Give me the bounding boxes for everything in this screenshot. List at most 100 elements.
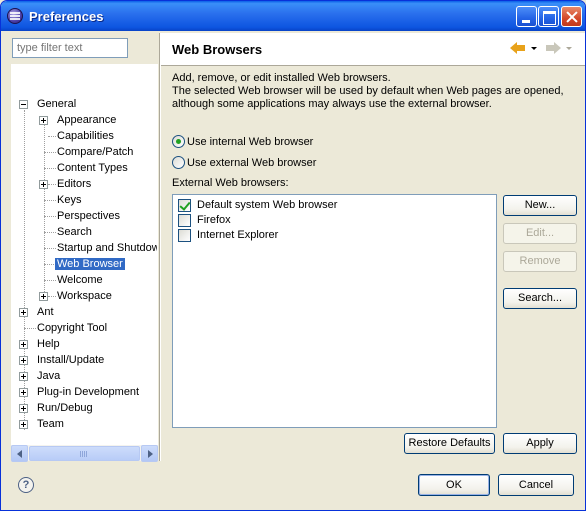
expand-icon[interactable] — [19, 420, 28, 429]
tree-item-search[interactable]: Search — [55, 225, 94, 241]
tree-item-keys[interactable]: Keys — [55, 193, 83, 209]
tree-item-ant[interactable]: Ant — [19, 305, 56, 321]
tree-item-workspace[interactable]: Workspace — [39, 289, 114, 305]
preference-tree: General Appearance Capabilities Compare/… — [11, 64, 158, 461]
collapse-icon[interactable] — [19, 100, 28, 109]
expand-icon[interactable] — [19, 308, 28, 317]
tree-item-label: Workspace — [57, 290, 112, 302]
tree-item-general[interactable]: General — [19, 97, 78, 113]
tree-item-capabilities[interactable]: Capabilities — [55, 129, 116, 145]
scroll-left-button[interactable] — [11, 445, 28, 462]
expand-icon[interactable] — [39, 116, 48, 125]
expand-icon[interactable] — [39, 292, 48, 301]
list-item-label: Internet Explorer — [197, 229, 279, 241]
page-description: Add, remove, or edit installed Web brows… — [172, 72, 577, 111]
tree-item-startup-shutdown[interactable]: Startup and Shutdow — [55, 241, 158, 257]
external-browsers-label: External Web browsers: — [172, 177, 289, 189]
radio-button-selected[interactable] — [172, 135, 185, 148]
tree-item-perspectives[interactable]: Perspectives — [55, 209, 122, 225]
edit-button[interactable]: Edit... — [503, 223, 577, 244]
page-header: Web Browsers — [161, 33, 585, 66]
description-line: The selected Web browser will be used by… — [172, 85, 564, 97]
tree-item-label: Copyright Tool — [37, 322, 108, 334]
preferences-window: Preferences General — [0, 0, 586, 511]
description-line: although some applications may always us… — [172, 98, 492, 110]
tree-item-plugin-development[interactable]: Plug-in Development — [19, 385, 141, 401]
list-item-label: Default system Web browser — [197, 199, 338, 211]
tree-item-content-types[interactable]: Content Types — [55, 161, 130, 177]
tree-item-label: Plug-in Development — [37, 386, 140, 398]
tree-item-appearance[interactable]: Appearance — [39, 113, 118, 129]
tree-item-label: Appearance — [57, 114, 117, 126]
expand-icon[interactable] — [39, 180, 48, 189]
expand-icon[interactable] — [19, 356, 28, 365]
tree-item-label: Content Types — [57, 162, 128, 174]
tree-item-run-debug[interactable]: Run/Debug — [19, 401, 95, 417]
expand-icon[interactable] — [19, 372, 28, 381]
eclipse-icon — [7, 8, 23, 24]
tree-item-help[interactable]: Help — [19, 337, 62, 353]
tree-item-label: Search — [57, 226, 92, 238]
tree-item-label: Install/Update — [37, 354, 105, 366]
checkbox-checked[interactable] — [178, 199, 191, 212]
expand-icon[interactable] — [19, 388, 28, 397]
help-icon[interactable]: ? — [18, 477, 34, 493]
tree-item-label: Run/Debug — [37, 402, 93, 414]
tree-item-label: Capabilities — [57, 130, 114, 142]
forward-arrow-icon — [546, 42, 562, 54]
tree-item-label: Compare/Patch — [57, 146, 134, 158]
page-title: Web Browsers — [172, 42, 263, 57]
tree-item-label: Editors — [57, 178, 92, 190]
filter-input[interactable] — [12, 38, 128, 58]
tree-item-label: Java — [37, 370, 61, 382]
tree-item-label: Team — [37, 418, 64, 430]
scroll-right-button[interactable] — [141, 445, 158, 462]
tree-item-copyright-tool[interactable]: Copyright Tool — [35, 321, 109, 337]
tree-item-label: General — [37, 98, 77, 110]
forward-history-dropdown-icon — [566, 47, 572, 50]
maximize-button[interactable] — [538, 6, 559, 27]
description-line: Add, remove, or edit installed Web brows… — [172, 72, 391, 84]
tree-connector — [44, 117, 45, 296]
tree-item-label: Keys — [57, 194, 82, 206]
tree-item-web-browser[interactable]: Web Browser — [55, 257, 125, 273]
ok-button[interactable]: OK — [418, 474, 490, 496]
expand-icon[interactable] — [19, 340, 28, 349]
tree-item-label: Web Browser — [55, 258, 125, 270]
radio-label: Use internal Web browser — [187, 136, 314, 148]
tree-item-label: Welcome — [57, 274, 103, 286]
close-button[interactable] — [561, 6, 582, 27]
title-bar[interactable]: Preferences — [1, 1, 585, 31]
tree-item-welcome[interactable]: Welcome — [55, 273, 105, 289]
radio-button[interactable] — [172, 156, 185, 169]
tree-item-label: Ant — [37, 306, 54, 318]
tree-item-team[interactable]: Team — [19, 417, 66, 433]
new-button[interactable]: New... — [503, 195, 577, 216]
search-button[interactable]: Search... — [503, 288, 577, 309]
external-browsers-list: Default system Web browser Firefox Inter… — [172, 194, 497, 428]
tree-horizontal-scrollbar[interactable] — [11, 444, 158, 462]
tree-item-label: Startup and Shutdow — [57, 242, 158, 254]
tree-item-label: Help — [37, 338, 60, 350]
remove-button[interactable]: Remove — [503, 251, 577, 272]
minimize-button[interactable] — [516, 6, 537, 27]
list-item-label: Firefox — [197, 214, 231, 226]
scroll-thumb[interactable] — [29, 446, 140, 461]
tree-item-editors[interactable]: Editors — [39, 177, 93, 193]
tree-item-label: Perspectives — [57, 210, 120, 222]
checkbox[interactable] — [178, 214, 191, 227]
window-title: Preferences — [29, 9, 104, 24]
navigation-pane: General Appearance Capabilities Compare/… — [5, 33, 158, 462]
expand-icon[interactable] — [19, 404, 28, 413]
tree-item-compare-patch[interactable]: Compare/Patch — [55, 145, 135, 161]
tree-item-install-update[interactable]: Install/Update — [19, 353, 106, 369]
apply-button[interactable]: Apply — [503, 433, 577, 454]
cancel-button[interactable]: Cancel — [498, 474, 574, 496]
back-arrow-icon[interactable] — [510, 42, 526, 54]
radio-label: Use external Web browser — [187, 157, 317, 169]
checkbox[interactable] — [178, 229, 191, 242]
back-history-dropdown-icon[interactable] — [531, 47, 537, 50]
restore-defaults-button[interactable]: Restore Defaults — [404, 433, 495, 454]
tree-item-java[interactable]: Java — [19, 369, 62, 385]
preference-page: Web Browsers Add, remove, or edit instal… — [161, 33, 585, 461]
